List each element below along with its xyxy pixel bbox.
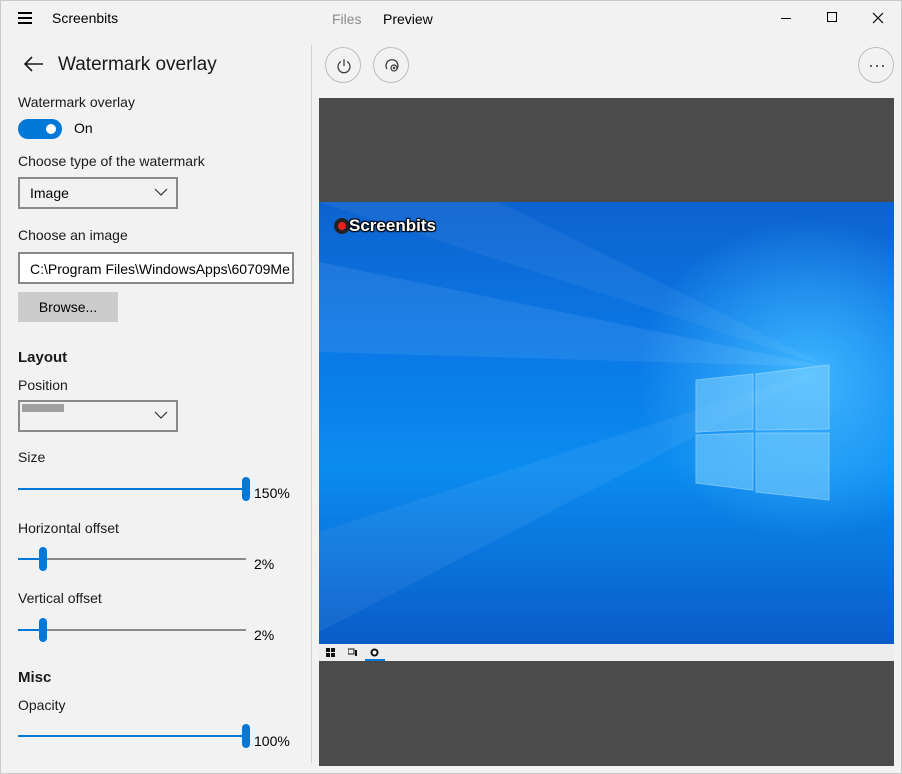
- maximize-button[interactable]: [809, 1, 855, 35]
- app-window: Screenbits Files Preview Watermark overl…: [0, 0, 902, 774]
- hamburger-icon[interactable]: [18, 12, 32, 24]
- task-view-icon: [348, 648, 357, 656]
- opacity-slider[interactable]: [18, 724, 258, 748]
- windows-logo-image: [319, 202, 830, 632]
- image-path-field[interactable]: C:\Program Files\WindowsApps\60709Me: [18, 252, 294, 284]
- title-bar: Screenbits Files Preview: [1, 1, 901, 35]
- slider-thumb[interactable]: [242, 724, 250, 748]
- hoffset-slider[interactable]: [18, 547, 258, 571]
- chevron-down-icon: [154, 411, 168, 419]
- overlay-label: Watermark overlay: [18, 94, 135, 110]
- power-icon: [337, 59, 351, 74]
- slider-fill: [18, 735, 246, 737]
- position-dropdown[interactable]: [18, 400, 178, 432]
- hoffset-value: 2%: [254, 556, 275, 572]
- overlay-toggle[interactable]: [18, 119, 62, 139]
- slider-rail: [18, 629, 246, 631]
- record-button[interactable]: [373, 47, 409, 83]
- page-title: Watermark overlay: [58, 54, 217, 75]
- browse-button[interactable]: Browse...: [18, 292, 118, 322]
- slider-thumb[interactable]: [242, 477, 250, 501]
- app-title: Screenbits: [52, 10, 119, 26]
- size-slider[interactable]: [18, 477, 258, 501]
- opacity-value: 100%: [254, 733, 290, 749]
- watermark-text: Screenbits: [349, 216, 436, 235]
- type-value: Image: [30, 185, 69, 201]
- type-dropdown[interactable]: Image: [18, 177, 178, 209]
- power-button[interactable]: [325, 47, 361, 83]
- size-value: 150%: [254, 485, 290, 501]
- tab-files[interactable]: Files: [332, 11, 362, 27]
- close-icon: [872, 12, 884, 24]
- more-button[interactable]: [858, 47, 894, 83]
- maximize-icon: [827, 12, 837, 22]
- type-label: Choose type of the watermark: [18, 153, 205, 169]
- misc-heading: Misc: [18, 669, 52, 686]
- back-arrow-icon[interactable]: [23, 55, 45, 73]
- slider-fill: [18, 488, 246, 490]
- app-taskbar-icon: [370, 648, 379, 657]
- watermark-logo-icon: [334, 218, 350, 234]
- slider-rail: [18, 558, 246, 560]
- slider-thumb[interactable]: [39, 547, 48, 571]
- record-icon: [385, 59, 399, 72]
- position-label: Position: [18, 377, 68, 393]
- voffset-label: Vertical offset: [18, 590, 102, 606]
- settings-pane: Watermark overlay Watermark overlay On C…: [1, 35, 311, 773]
- desktop-preview-image: Screenbits: [319, 202, 894, 644]
- start-icon: [326, 648, 335, 657]
- pane-divider: [311, 45, 312, 763]
- position-swatch: [22, 404, 64, 412]
- minimize-icon: [781, 18, 791, 19]
- active-app-indicator: [365, 659, 385, 661]
- chevron-down-icon: [154, 188, 168, 196]
- voffset-value: 2%: [254, 627, 275, 643]
- layout-heading: Layout: [18, 349, 68, 366]
- image-path-text: C:\Program Files\WindowsApps\60709Me: [30, 261, 290, 277]
- minimize-button[interactable]: [763, 1, 809, 35]
- size-label: Size: [18, 449, 46, 465]
- close-button[interactable]: [855, 1, 901, 35]
- slider-thumb[interactable]: [39, 618, 48, 642]
- preview-taskbar: [319, 644, 894, 661]
- preview-canvas: Screenbits: [319, 98, 894, 766]
- hoffset-label: Horizontal offset: [18, 520, 119, 536]
- voffset-slider[interactable]: [18, 618, 258, 642]
- tab-preview[interactable]: Preview: [383, 11, 433, 27]
- more-icon: [870, 65, 884, 67]
- opacity-label: Opacity: [18, 697, 66, 713]
- toggle-knob: [46, 124, 56, 134]
- image-label: Choose an image: [18, 227, 128, 243]
- overlay-state-text: On: [74, 120, 93, 136]
